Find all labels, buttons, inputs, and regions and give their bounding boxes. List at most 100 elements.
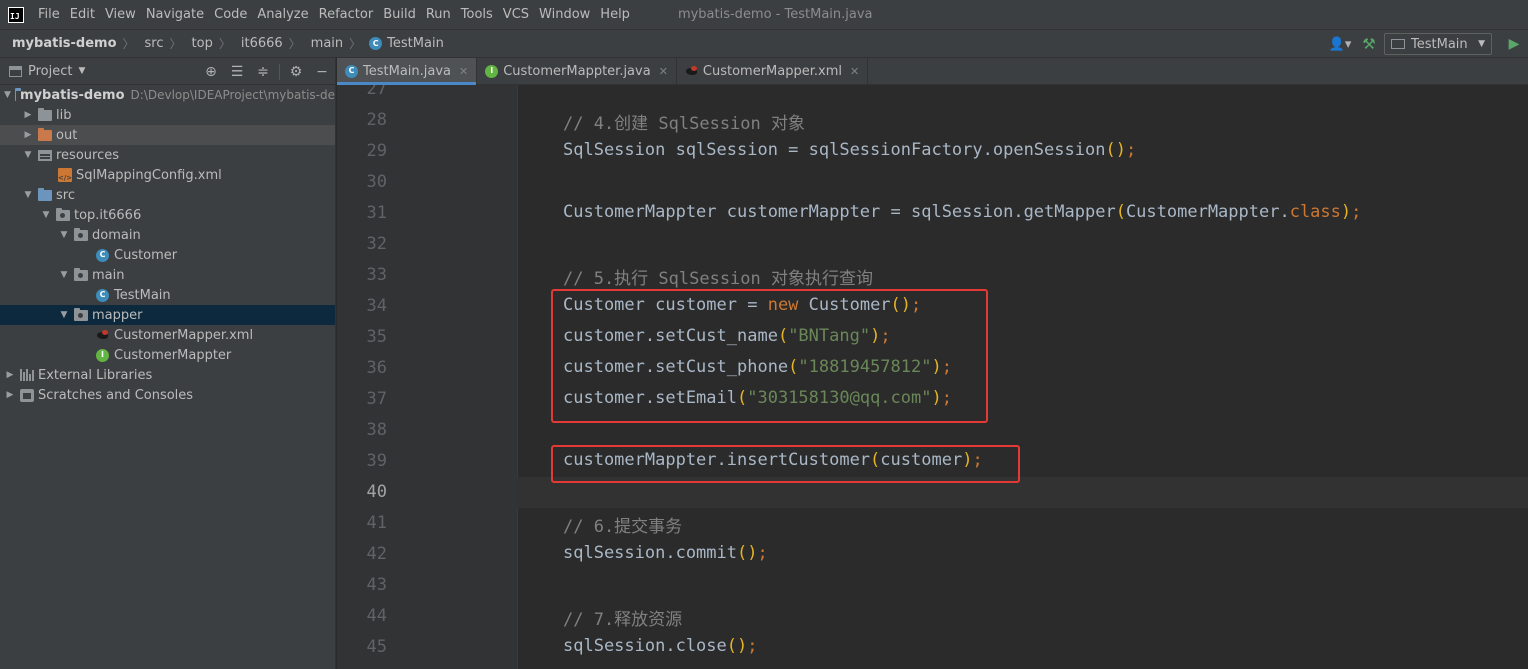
- chevron-right-icon[interactable]: ▶: [4, 370, 16, 380]
- menu-build[interactable]: Build: [379, 7, 422, 22]
- menu-help[interactable]: Help: [596, 7, 636, 22]
- tree-item-testmain[interactable]: C TestMain: [0, 285, 335, 305]
- chevron-down-icon[interactable]: ▼: [4, 90, 11, 100]
- tree-item-scratches[interactable]: ▶ Scratches and Consoles: [0, 385, 335, 405]
- menu-code[interactable]: Code: [210, 7, 253, 22]
- collapse-all-icon[interactable]: ≑: [250, 64, 276, 80]
- user-icon[interactable]: 👤▾: [1326, 37, 1354, 52]
- chevron-down-icon[interactable]: ▼: [22, 190, 34, 200]
- line-number: 37: [366, 389, 387, 409]
- breadcrumb-top[interactable]: top: [182, 36, 213, 51]
- chevron-down-icon[interactable]: ▼: [78, 66, 85, 76]
- run-button[interactable]: ▶: [1500, 36, 1528, 52]
- close-icon[interactable]: ✕: [459, 65, 468, 78]
- divider: [279, 63, 280, 80]
- resources-folder-icon: [38, 149, 52, 161]
- tree-item-label: resources: [56, 147, 120, 163]
- menu-tools[interactable]: Tools: [457, 7, 499, 22]
- project-path: D:\Devlop\IDEAProject\mybatis-de: [130, 88, 335, 102]
- fold-gutter-divider: [517, 85, 518, 669]
- tree-item-sqlmappingconfig[interactable]: </> SqlMappingConfig.xml: [0, 165, 335, 185]
- tree-item-src[interactable]: ▼ src: [0, 185, 335, 205]
- tab-label: TestMain.java: [363, 63, 452, 79]
- tree-item-out[interactable]: ▶ out: [0, 125, 335, 145]
- line-number-current: 40: [366, 482, 387, 502]
- class-icon: C: [96, 288, 109, 302]
- hide-icon[interactable]: −: [309, 64, 335, 80]
- run-config-label: TestMain: [1411, 36, 1468, 52]
- menu-navigate[interactable]: Navigate: [142, 7, 210, 22]
- library-icon: [20, 369, 34, 381]
- breadcrumb-src[interactable]: src: [135, 36, 164, 51]
- tree-item-mybatis-demo[interactable]: ▼ mybatis-demo D:\Devlop\IDEAProject\myb…: [0, 85, 335, 105]
- code-line-45: sqlSession.close();: [563, 636, 758, 656]
- tab-customermappter-java[interactable]: I CustomerMappter.java ✕: [477, 58, 677, 84]
- menu-run[interactable]: Run: [422, 7, 457, 22]
- build-hammer-icon[interactable]: ⚒: [1354, 35, 1384, 53]
- tree-item-label: TestMain: [114, 287, 171, 303]
- chevron-down-icon[interactable]: ▼: [58, 310, 70, 320]
- expand-all-icon[interactable]: ☰: [224, 64, 250, 80]
- line-number: 30: [366, 172, 387, 192]
- tree-item-label: mapper: [92, 307, 143, 323]
- tree-item-mapper[interactable]: ▼ mapper: [0, 305, 335, 325]
- highlight-box-insert-call: [551, 445, 1020, 483]
- line-number: 34: [366, 296, 387, 316]
- close-icon[interactable]: ✕: [659, 65, 668, 78]
- excluded-folder-icon: [38, 127, 52, 141]
- line-number: 35: [366, 327, 387, 347]
- tab-label: CustomerMapper.xml: [702, 63, 842, 79]
- folder-icon: [38, 107, 52, 121]
- breadcrumb-testmain[interactable]: C TestMain: [361, 36, 444, 51]
- project-panel: Project ▼ ⊕ ☰ ≑ ⚙ − ▼ mybatis-demo D:\De…: [0, 58, 336, 669]
- code-editor[interactable]: 27 28 29 30 31 32 33 34 35 36 37 38 39 4…: [337, 85, 1528, 669]
- project-panel-title[interactable]: Project: [28, 64, 72, 79]
- tree-item-label: src: [56, 187, 75, 203]
- menu-analyze[interactable]: Analyze: [253, 7, 314, 22]
- line-number: 29: [366, 141, 387, 161]
- tree-item-customermapper-xml[interactable]: CustomerMapper.xml: [0, 325, 335, 345]
- line-number: 41: [366, 513, 387, 533]
- breadcrumb-main[interactable]: main: [301, 36, 343, 51]
- chevron-down-icon[interactable]: ▼: [58, 230, 70, 240]
- tree-item-label: domain: [92, 227, 141, 243]
- close-icon[interactable]: ✕: [850, 65, 859, 78]
- toolbar-right: 👤▾ ⚒ TestMain ▼ ▶: [1326, 30, 1528, 58]
- tree-item-resources[interactable]: ▼ resources: [0, 145, 335, 165]
- chevron-down-icon[interactable]: ▼: [58, 270, 70, 280]
- breadcrumb-project[interactable]: mybatis-demo: [0, 36, 117, 51]
- source-folder-icon: [38, 187, 52, 201]
- tree-item-customer[interactable]: C Customer: [0, 245, 335, 265]
- tree-item-lib[interactable]: ▶ lib: [0, 105, 335, 125]
- tree-item-external-libraries[interactable]: ▶ External Libraries: [0, 365, 335, 385]
- line-number: 33: [366, 265, 387, 285]
- chevron-down-icon[interactable]: ▼: [40, 210, 52, 220]
- menu-view[interactable]: View: [101, 7, 142, 22]
- tab-testmain-java[interactable]: C TestMain.java ✕: [337, 58, 478, 85]
- locate-icon[interactable]: ⊕: [198, 64, 224, 80]
- breadcrumb-it6666[interactable]: it6666: [231, 36, 283, 51]
- interface-icon: I: [96, 348, 109, 362]
- menu-edit[interactable]: Edit: [66, 7, 101, 22]
- tree-item-main[interactable]: ▼ main: [0, 265, 335, 285]
- gear-icon[interactable]: ⚙: [283, 64, 309, 80]
- tree-item-customermappter[interactable]: I CustomerMappter: [0, 345, 335, 365]
- tree-item-top-it6666[interactable]: ▼ top.it6666: [0, 205, 335, 225]
- chevron-right-icon[interactable]: ▶: [4, 390, 16, 400]
- project-panel-tools: ⊕ ☰ ≑ ⚙ −: [198, 58, 335, 85]
- breadcrumb-separator-icon: 〉: [122, 37, 135, 51]
- menu-window[interactable]: Window: [535, 7, 596, 22]
- tree-item-label: out: [56, 127, 78, 143]
- tree-item-domain[interactable]: ▼ domain: [0, 225, 335, 245]
- mybatis-xml-icon: [685, 65, 699, 77]
- chevron-down-icon[interactable]: ▼: [22, 150, 34, 160]
- run-configuration-select[interactable]: TestMain ▼: [1384, 33, 1492, 55]
- chevron-right-icon[interactable]: ▶: [22, 110, 34, 120]
- mybatis-xml-icon: [96, 329, 110, 341]
- chevron-right-icon[interactable]: ▶: [22, 130, 34, 140]
- menu-vcs[interactable]: VCS: [499, 7, 535, 22]
- menu-file[interactable]: File: [34, 7, 66, 22]
- line-number: 38: [366, 420, 387, 440]
- menu-refactor[interactable]: Refactor: [315, 7, 380, 22]
- tab-customermapper-xml[interactable]: CustomerMapper.xml ✕: [677, 58, 869, 84]
